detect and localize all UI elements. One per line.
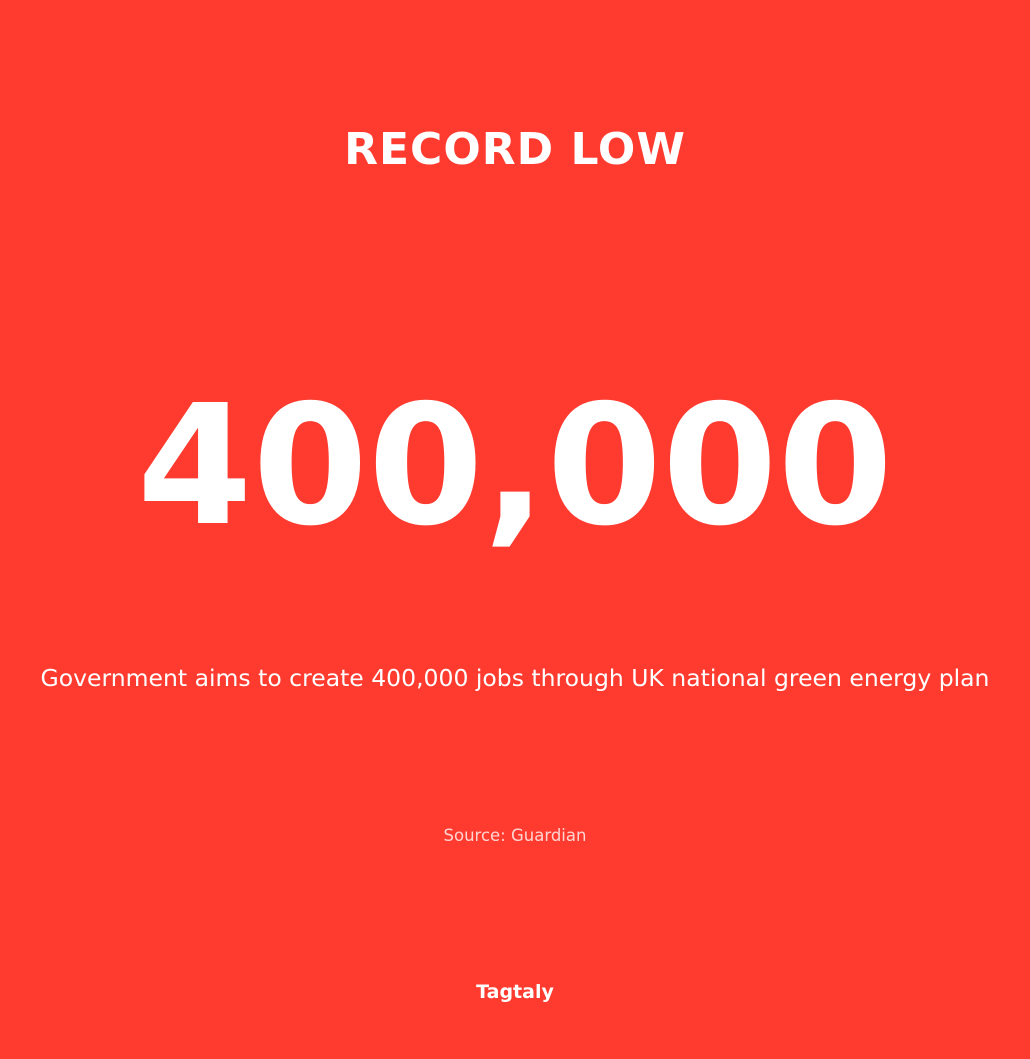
- brand-label: Tagtaly: [476, 981, 554, 1003]
- source-note: Source: Guardian: [443, 826, 587, 845]
- description: Government aims to create 400,000 jobs t…: [40, 664, 990, 692]
- big-number: 400,000: [136, 370, 894, 563]
- headline: RECORD LOW: [344, 124, 686, 175]
- stat-card: RECORD LOW 400,000 Government aims to cr…: [0, 0, 1030, 1059]
